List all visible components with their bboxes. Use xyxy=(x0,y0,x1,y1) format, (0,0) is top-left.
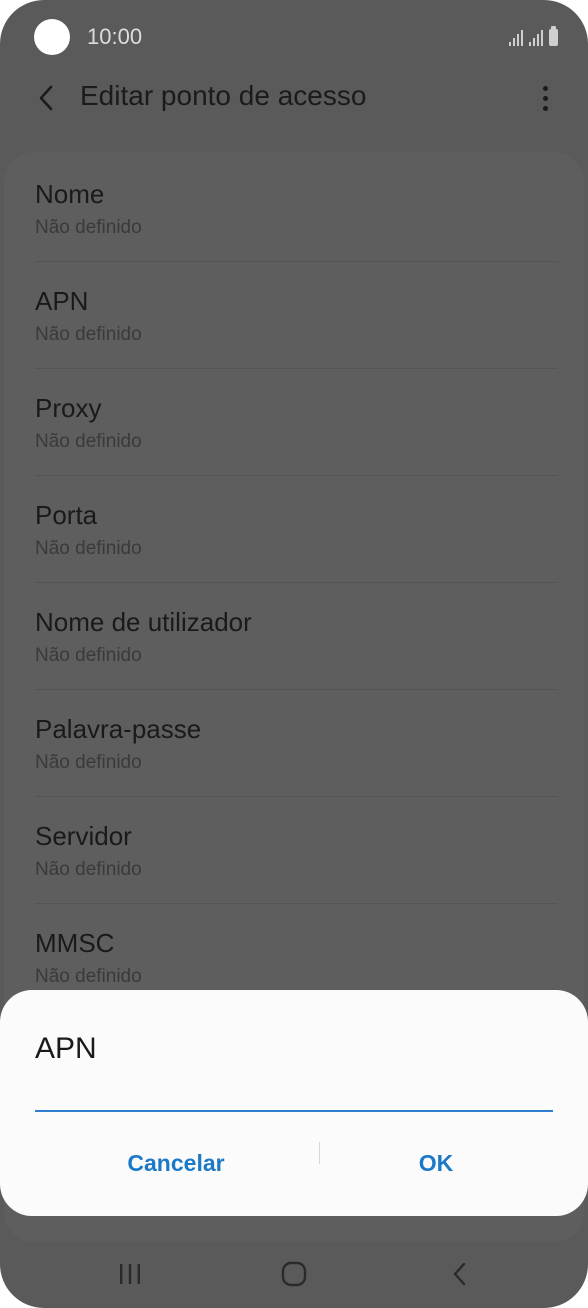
setting-value: Não definido xyxy=(35,538,142,559)
dialog-title: APN xyxy=(35,1032,97,1065)
setting-item-palavra-passe[interactable]: Palavra-passe Não definido xyxy=(0,690,588,797)
setting-value: Não definido xyxy=(35,217,142,238)
more-vertical-icon xyxy=(542,85,548,91)
camera-cutout xyxy=(34,19,70,55)
setting-value: Não definido xyxy=(35,324,142,345)
setting-item-nome-de-utilizador[interactable]: Nome de utilizador Não definido xyxy=(0,583,588,690)
status-time: 10:00 xyxy=(87,24,143,49)
more-options-button[interactable] xyxy=(530,78,560,118)
setting-value: Não definido xyxy=(35,752,142,773)
setting-item-porta[interactable]: Porta Não definido xyxy=(0,476,588,583)
setting-value: Não definido xyxy=(35,966,142,987)
setting-label: Palavra-passe xyxy=(35,714,202,744)
settings-list: Nome Não definido APN Não definido Proxy… xyxy=(0,155,588,1011)
apn-input[interactable] xyxy=(35,1082,553,1112)
setting-label: Porta xyxy=(35,500,98,530)
ok-button[interactable]: OK xyxy=(296,1140,576,1186)
signal-icon xyxy=(509,28,523,46)
setting-item-servidor[interactable]: Servidor Não definido xyxy=(0,797,588,904)
setting-label: MMSC xyxy=(35,928,115,958)
home-button[interactable] xyxy=(264,1254,324,1294)
setting-item-nome[interactable]: Nome Não definido xyxy=(0,155,588,262)
chevron-left-icon xyxy=(39,85,53,111)
cancel-button[interactable]: Cancelar xyxy=(30,1140,322,1186)
setting-label: Servidor xyxy=(35,821,132,851)
navigation-bar xyxy=(0,1240,588,1308)
setting-item-proxy[interactable]: Proxy Não definido xyxy=(0,369,588,476)
setting-label: Nome xyxy=(35,179,105,209)
signal-icon xyxy=(529,28,543,46)
nav-back-button[interactable] xyxy=(430,1254,490,1294)
apn-dialog: APN Cancelar OK xyxy=(0,990,588,1216)
dialog-buttons: Cancelar OK xyxy=(0,1140,588,1186)
setting-label: Proxy xyxy=(35,393,102,423)
phone-screen: 10:00 Editar ponto de acesso Nome Não de… xyxy=(0,0,588,1308)
back-button[interactable] xyxy=(26,78,66,118)
setting-label: Nome de utilizador xyxy=(35,607,252,637)
home-icon xyxy=(281,1261,307,1287)
recents-button[interactable] xyxy=(100,1254,160,1294)
recents-icon xyxy=(120,1264,140,1284)
setting-label: APN xyxy=(35,286,89,316)
setting-value: Não definido xyxy=(35,859,142,880)
status-bar: 10:00 xyxy=(0,0,588,74)
app-bar: Editar ponto de acesso xyxy=(0,74,588,122)
status-icons xyxy=(509,24,558,46)
setting-item-apn[interactable]: APN Não definido xyxy=(0,262,588,369)
battery-icon xyxy=(549,26,558,46)
page-title: Editar ponto de acesso xyxy=(80,80,367,111)
back-icon xyxy=(453,1262,466,1286)
setting-value: Não definido xyxy=(35,431,142,452)
setting-value: Não definido xyxy=(35,645,142,666)
